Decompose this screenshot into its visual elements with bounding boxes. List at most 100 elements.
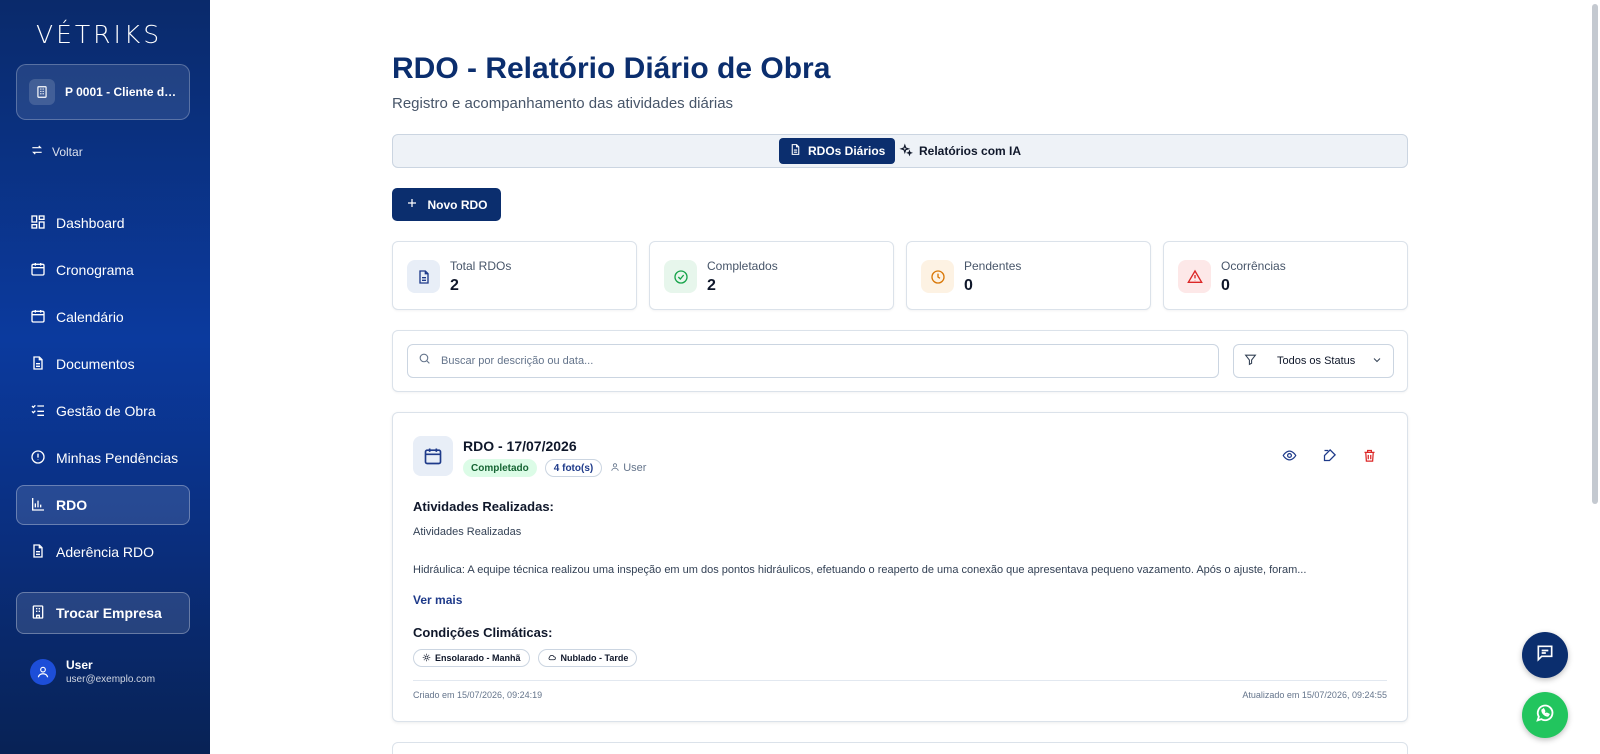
check-circle-icon	[664, 260, 697, 293]
stat-label: Total RDOs	[450, 259, 512, 273]
rdo-badges: Completado 4 foto(s) User	[463, 459, 646, 477]
rdo-actions	[1281, 447, 1377, 463]
sidebar-item-rdo[interactable]: RDO	[16, 485, 190, 525]
status-badge: Completado	[463, 459, 537, 477]
calendar-grid-icon	[30, 308, 46, 327]
swap-arrows-icon	[30, 143, 44, 160]
delete-button[interactable]	[1361, 447, 1377, 463]
building-icon	[30, 604, 46, 623]
photos-badge[interactable]: 4 foto(s)	[544, 459, 603, 477]
rdo-author: User	[610, 462, 646, 475]
stats-row: Total RDOs 2 Completados 2 Pendentes 0 O…	[392, 241, 1408, 310]
sidebar-item-documentos[interactable]: Documentos	[16, 344, 190, 384]
calendar-icon	[30, 261, 46, 280]
activities-line: Atividades Realizadas	[413, 526, 522, 538]
activities-text: Hidráulica: A equipe técnica realizou um…	[413, 564, 1307, 576]
building-icon	[29, 79, 55, 105]
switch-company-button[interactable]: Trocar Empresa	[16, 592, 190, 634]
eye-icon	[1282, 449, 1296, 461]
sidebar-item-label: Gestão de Obra	[56, 403, 156, 419]
rdo-author-name: User	[623, 462, 647, 474]
stat-label: Pendentes	[964, 259, 1022, 273]
switch-company-label: Trocar Empresa	[56, 605, 162, 621]
document-icon	[30, 543, 46, 562]
stat-card-total: Total RDOs 2	[392, 241, 637, 310]
project-selector[interactable]: P 0001 - Cliente de...	[16, 64, 190, 120]
created-timestamp: Criado em 15/07/2026, 09:24:19	[413, 690, 543, 700]
message-icon	[1535, 643, 1555, 668]
sidebar-item-label: Documentos	[56, 356, 135, 372]
search-icon	[418, 352, 431, 370]
new-rdo-label: Novo RDO	[427, 197, 488, 212]
edit-icon	[1323, 448, 1336, 461]
user-profile[interactable]: User user@exemplo.com	[30, 658, 155, 685]
back-label: Voltar	[52, 144, 83, 159]
rdo-card: RDO - 17/07/2026 Completado 4 foto(s) Us…	[392, 412, 1408, 722]
stat-label: Completados	[707, 259, 778, 273]
avatar	[30, 658, 56, 685]
weather-chip-label: Ensolarado - Manhã	[435, 653, 521, 663]
page-title: RDO - Relatório Diário de Obra	[392, 52, 831, 85]
tab-label: RDOs Diários	[808, 144, 886, 158]
status-filter-select[interactable]: Todos os Status	[1233, 344, 1394, 378]
sidebar-item-label: Aderência RDO	[56, 544, 155, 560]
filter-card: Todos os Status	[392, 330, 1408, 392]
warning-triangle-icon	[1178, 260, 1211, 293]
stat-label: Ocorrências	[1221, 259, 1286, 273]
plus-icon	[406, 197, 418, 212]
brand-logo: VÉTRIKS	[36, 20, 163, 49]
user-email: user@exemplo.com	[66, 674, 156, 685]
document-icon	[789, 143, 802, 159]
sidebar-item-gestao-de-obra[interactable]: Gestão de Obra	[16, 391, 190, 431]
weather-chip-label: Nublado - Tarde	[560, 653, 629, 663]
updated-timestamp: Atualizado em 15/07/2026, 09:24:55	[1242, 690, 1387, 700]
stat-value: 2	[450, 277, 459, 294]
sidebar-item-calendario[interactable]: Calendário	[16, 297, 190, 337]
checklist-icon	[30, 402, 46, 421]
view-button[interactable]	[1281, 447, 1297, 463]
page-subtitle: Registro e acompanhamento das atividades…	[392, 95, 734, 112]
tab-bar: RDOs Diários Relatórios com IA	[392, 134, 1408, 168]
sidebar-nav: Dashboard Cronograma Calendário Document…	[16, 203, 190, 579]
cloud-icon	[547, 653, 557, 664]
dashboard-icon	[30, 214, 46, 233]
sidebar: VÉTRIKS P 0001 - Cliente de... Voltar Da…	[0, 0, 210, 754]
chevron-down-icon	[1371, 354, 1383, 369]
edit-button[interactable]	[1321, 447, 1337, 463]
tab-rdos-diarios[interactable]: RDOs Diários	[779, 138, 896, 164]
sun-icon	[422, 653, 431, 664]
chat-button[interactable]	[1522, 632, 1568, 678]
bar-chart-icon	[30, 496, 46, 515]
sidebar-item-dashboard[interactable]: Dashboard	[16, 203, 190, 243]
stat-value: 2	[707, 277, 716, 294]
sidebar-item-label: Minhas Pendências	[56, 450, 179, 466]
stat-card-completados: Completados 2	[649, 241, 894, 310]
stat-value: 0	[1221, 277, 1230, 294]
sidebar-item-minhas-pendencias[interactable]: Minhas Pendências	[16, 438, 190, 478]
sidebar-item-cronograma[interactable]: Cronograma	[16, 250, 190, 290]
trash-icon	[1364, 449, 1374, 462]
rdo-title: RDO - 17/07/2026	[463, 438, 577, 454]
whatsapp-icon	[1534, 702, 1556, 729]
tab-relatorios-ia[interactable]: Relatórios com IA	[889, 138, 1031, 164]
tab-label: Relatórios com IA	[919, 144, 1022, 158]
search-input[interactable]	[441, 355, 1201, 367]
weather-heading: Condições Climáticas:	[413, 625, 553, 640]
whatsapp-button[interactable]	[1522, 692, 1568, 738]
project-name: P 0001 - Cliente de...	[65, 85, 177, 99]
page-scrollbar[interactable]	[1592, 4, 1598, 504]
user-icon	[610, 462, 620, 475]
sidebar-item-label: RDO	[56, 497, 88, 513]
filter-icon	[1244, 353, 1257, 369]
stat-value: 0	[964, 277, 973, 294]
sidebar-item-aderencia-rdo[interactable]: Aderência RDO	[16, 532, 190, 572]
back-link[interactable]: Voltar	[30, 143, 83, 160]
search-box	[407, 344, 1219, 378]
status-filter-value: Todos os Status	[1277, 355, 1356, 367]
stat-card-pendentes: Pendentes 0	[906, 241, 1151, 310]
sidebar-item-label: Cronograma	[56, 262, 134, 278]
see-more-link[interactable]: Ver mais	[413, 593, 462, 607]
sidebar-item-label: Dashboard	[56, 215, 125, 231]
sparkles-icon	[899, 142, 913, 160]
new-rdo-button[interactable]: Novo RDO	[392, 188, 501, 221]
